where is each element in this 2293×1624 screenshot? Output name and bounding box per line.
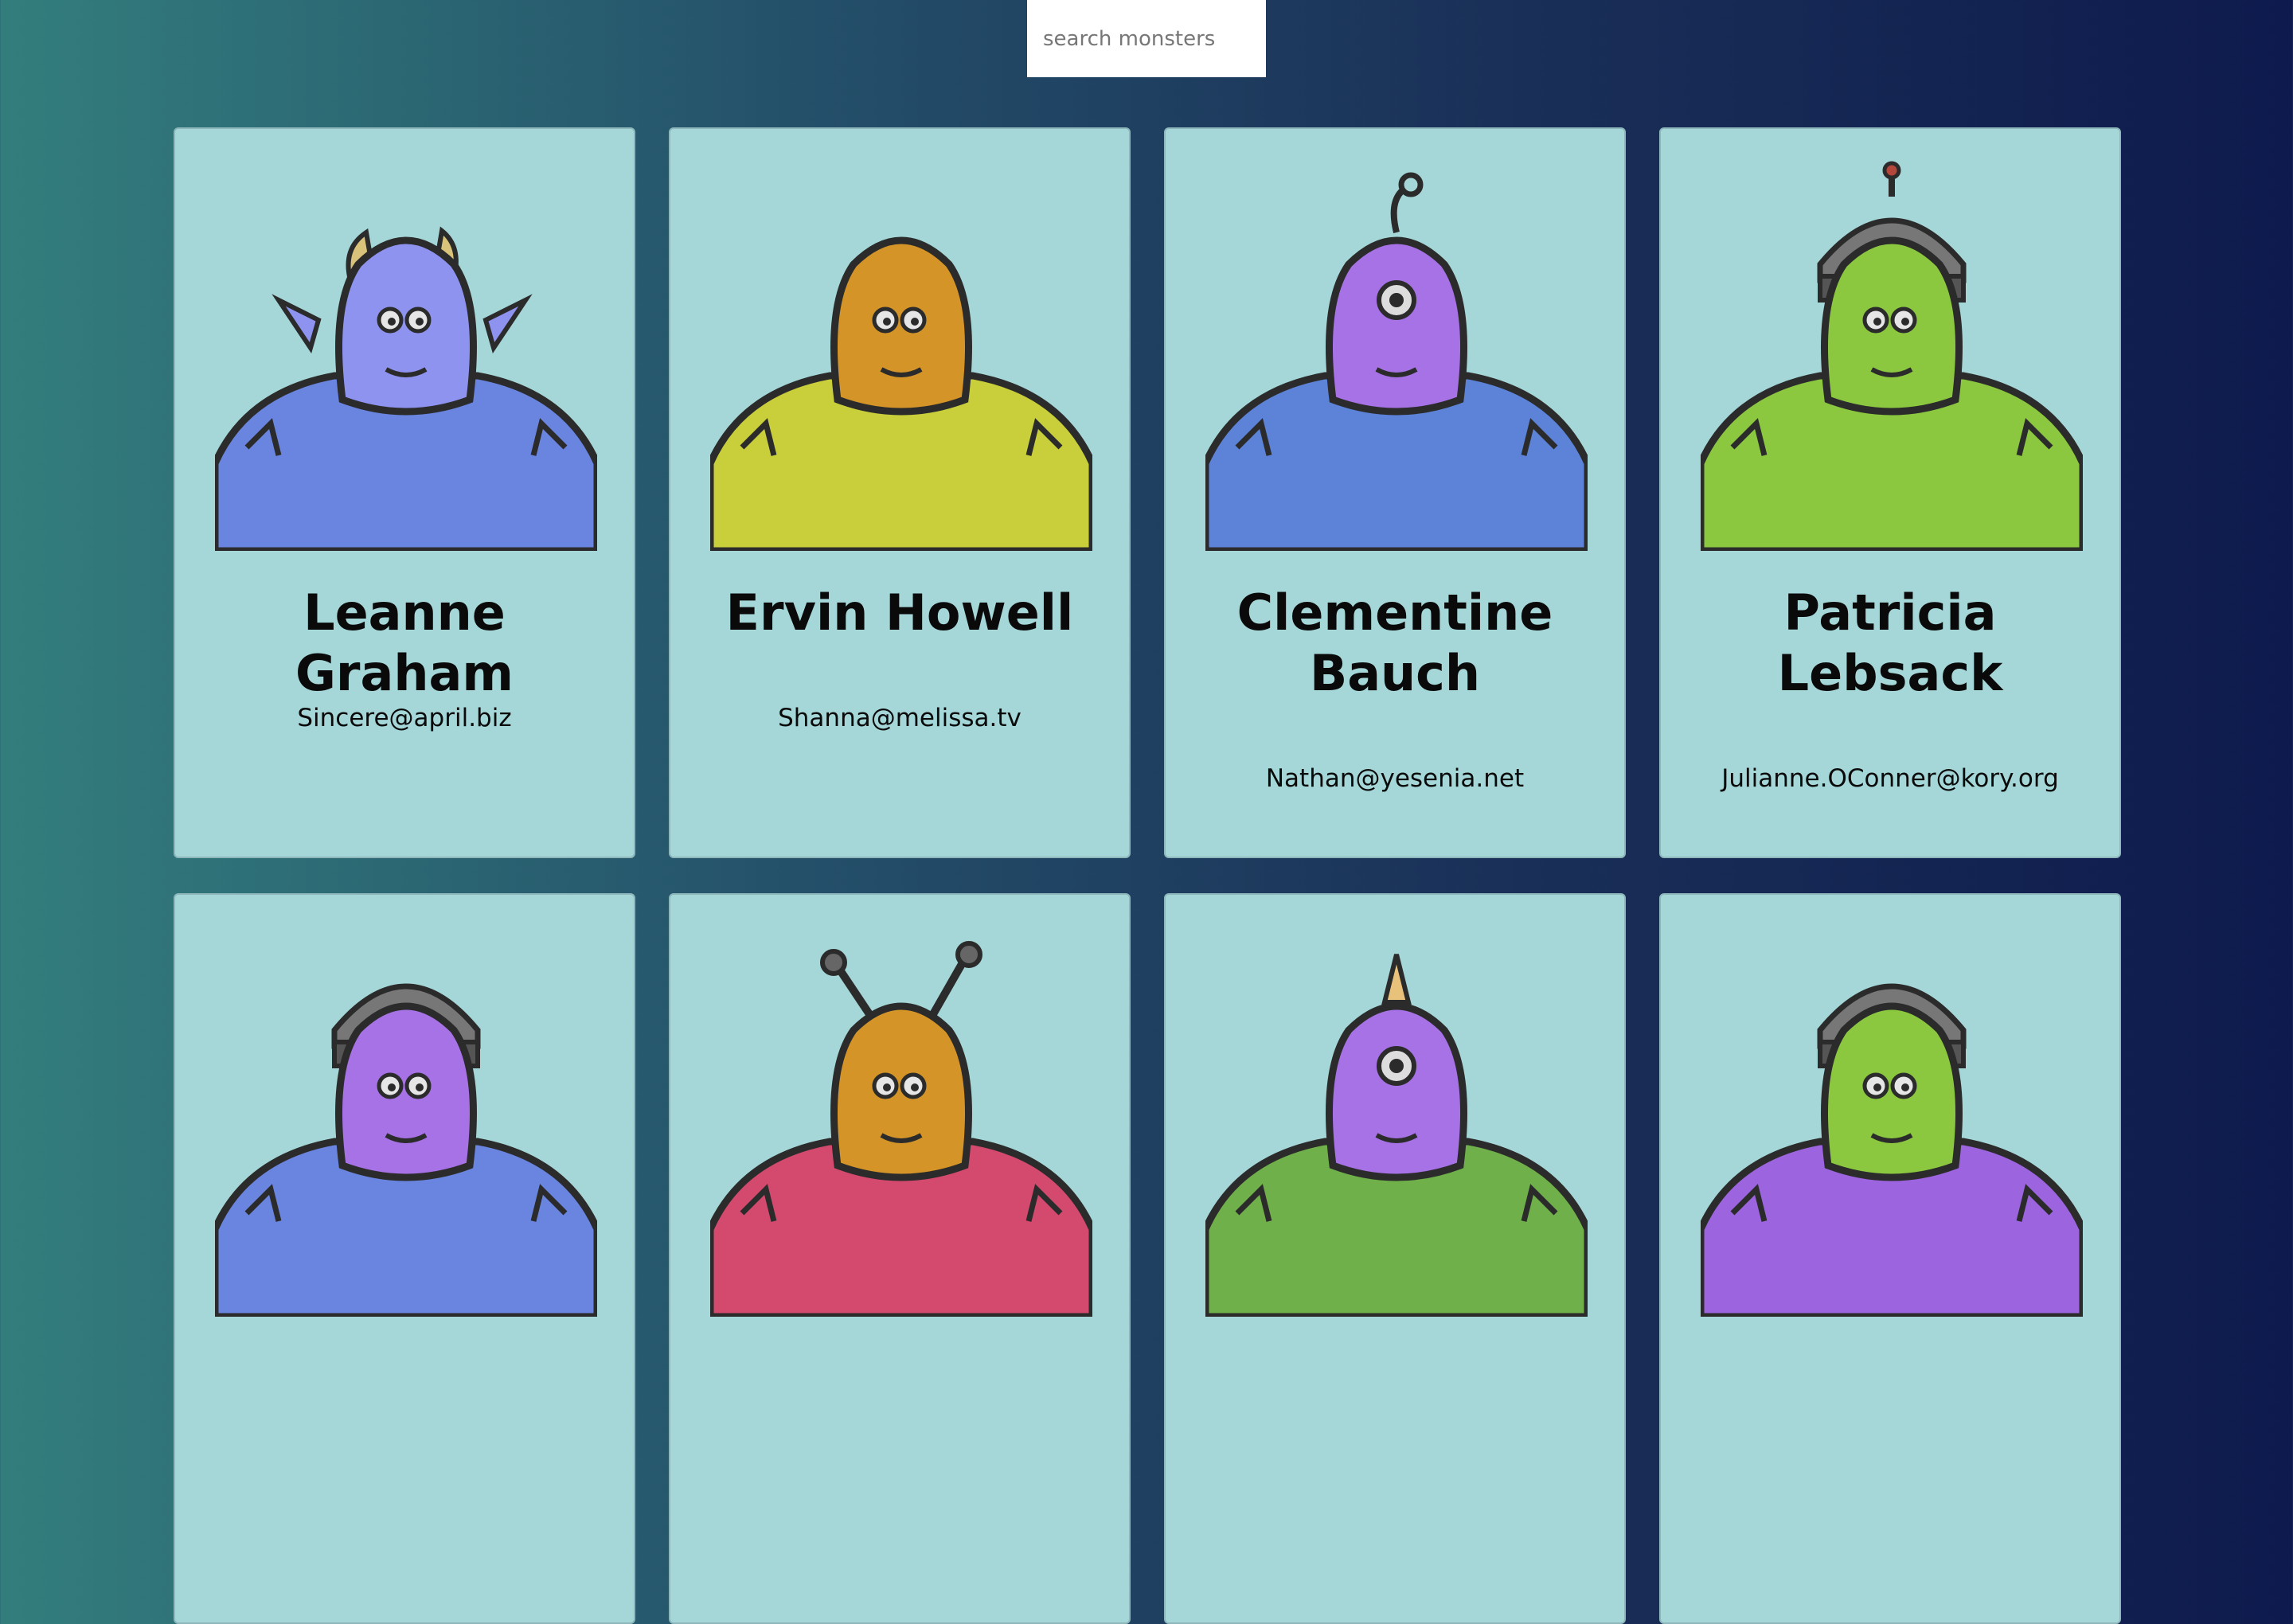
monster-portrait (710, 236, 1092, 551)
monster-card (174, 893, 635, 1624)
monster-name: Leanne Graham (295, 584, 514, 702)
monster-portrait (215, 226, 597, 551)
monster-card: Clementine Bauch Nathan@yesenia.net (1164, 127, 1626, 858)
search-input[interactable] (1027, 0, 1266, 77)
monster-name: Patricia Lebsack (1777, 584, 2003, 702)
monster-card (1164, 893, 1626, 1624)
monster-card (669, 893, 1131, 1624)
monster-portrait (1205, 954, 1588, 1317)
monster-portrait (710, 941, 1092, 1317)
monster-portrait (1701, 983, 2083, 1317)
monster-name: Ervin Howell (725, 584, 1074, 642)
monster-email: Julianne.OConner@kory.org (1721, 764, 2059, 793)
monster-portrait (1701, 161, 2083, 551)
monster-card: Patricia Lebsack Julianne.OConner@kory.or… (1659, 127, 2121, 858)
monster-card: Ervin Howell Shanna@melissa.tv (669, 127, 1131, 858)
monster-name: Clementine Bauch (1236, 584, 1553, 702)
monster-card (1659, 893, 2121, 1624)
monster-portrait (215, 983, 597, 1317)
monster-card: Leanne Graham Sincere@april.biz (174, 127, 635, 858)
monster-email: Nathan@yesenia.net (1265, 764, 1525, 793)
monster-email: Sincere@april.biz (297, 704, 512, 732)
monster-portrait (1205, 172, 1588, 551)
monster-email: Shanna@melissa.tv (778, 704, 1021, 732)
